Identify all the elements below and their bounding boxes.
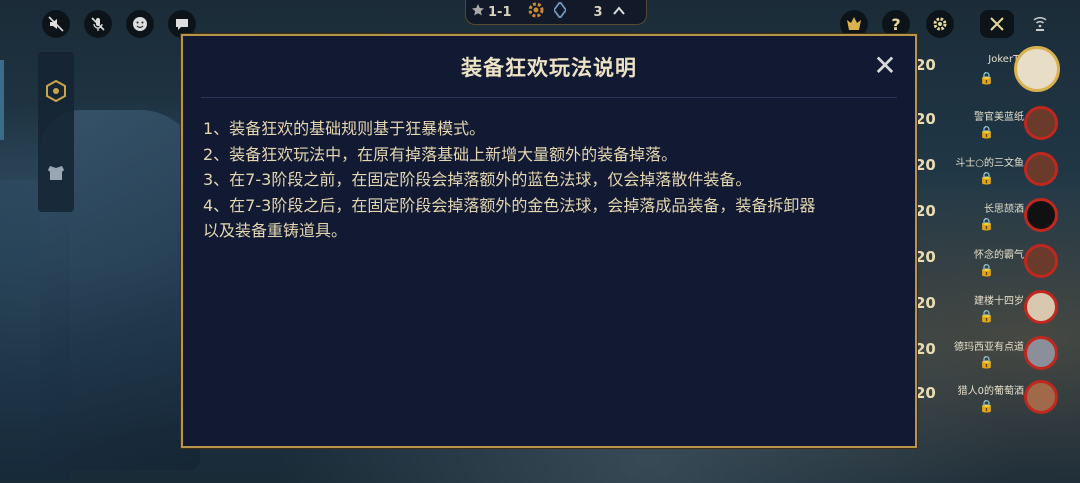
lock-icon: 🔒 (979, 71, 994, 85)
avatar[interactable] (1014, 46, 1060, 92)
player-row[interactable]: 20 德玛西亚有点道 🔒 (915, 336, 1080, 380)
player-level: 20 (915, 340, 936, 358)
rule-line: 以及装备重铸道具。 (203, 221, 348, 240)
rule-line: 2、装备狂欢玩法中，在原有掉落基础上新增大量额外的装备掉落。 (203, 144, 678, 164)
player-name: 长思颉酒 (984, 204, 1024, 215)
player-name: 怀念的霸气 (974, 250, 1024, 261)
lock-icon: 🔒 (979, 355, 994, 369)
player-name: 斗士○的三文鱼 (955, 158, 1024, 169)
avatar[interactable] (1024, 198, 1058, 232)
player-name: 建楼十四岁 (974, 296, 1024, 307)
armor-icon[interactable] (45, 162, 67, 184)
avatar[interactable] (1024, 290, 1058, 324)
lock-icon: 🔒 (979, 309, 994, 323)
player-level: 20 (915, 294, 936, 312)
divider (201, 97, 897, 98)
avatar[interactable] (1024, 336, 1058, 370)
top-hud: 1-1 3 (465, 0, 647, 25)
lock-icon: 🔒 (979, 263, 994, 277)
close-icon[interactable]: ✕ (873, 52, 897, 80)
player-name: 警官美蓝纸 (974, 112, 1024, 123)
hex-augment-icon[interactable] (45, 80, 67, 102)
player-level: 20 (915, 56, 936, 74)
crystal-icon (552, 0, 567, 22)
lock-icon: 🔒 (979, 399, 994, 413)
player-level: 20 (915, 202, 936, 220)
stage-label: 1-1 (488, 4, 512, 20)
emote-icon[interactable] (126, 10, 154, 38)
mic-muted-icon[interactable] (84, 10, 112, 38)
rule-line: 4、在7-3阶段之后，在固定阶段会掉落额外的金色法球，会掉落成品装备，装备拆卸器 (203, 195, 816, 215)
avatar[interactable] (1024, 244, 1058, 278)
star-icon (472, 4, 484, 20)
rules-dialog: 装备狂欢玩法说明 ✕ 1、装备狂欢的基础规则基于狂暴模式。 2、装备狂欢玩法中，… (181, 34, 917, 448)
gear-coin-icon (528, 2, 544, 22)
lock-icon: 🔒 (979, 171, 994, 185)
player-level: 20 (915, 248, 936, 266)
player-row[interactable]: 20 JokerTu 🔒 (915, 46, 1080, 96)
lock-icon: 🔒 (979, 217, 994, 231)
player-level: 20 (915, 110, 936, 128)
swords-icon[interactable] (980, 10, 1014, 38)
rule-line: 3、在7-3阶段之前，在固定阶段会掉落额外的蓝色法球，仅会掉落散件装备。 (203, 170, 752, 189)
dialog-body: 1、装备狂欢的基础规则基于狂暴模式。 2、装备狂欢玩法中，在原有掉落基础上新增大… (203, 116, 897, 244)
avatar[interactable] (1024, 152, 1058, 186)
avatar[interactable] (1024, 380, 1058, 414)
settings-icon[interactable] (926, 10, 954, 38)
lock-icon: 🔒 (979, 125, 994, 139)
player-row[interactable]: 20 长思颉酒 🔒 (915, 198, 1080, 242)
chevron-up-icon[interactable] (612, 5, 625, 20)
left-edge-tab[interactable] (0, 60, 4, 140)
player-row[interactable]: 20 建楼十四岁 🔒 (915, 290, 1080, 334)
player-row[interactable]: 20 斗士○的三文鱼 🔒 (915, 152, 1080, 196)
avatar[interactable] (1024, 106, 1058, 140)
player-level: 20 (915, 156, 936, 174)
player-row[interactable]: 20 警官美蓝纸 🔒 (915, 106, 1080, 150)
player-name: 德玛西亚有点道 (954, 342, 1024, 353)
wifi-icon (1032, 12, 1048, 32)
sound-muted-icon[interactable] (42, 10, 70, 38)
player-level: 20 (915, 384, 936, 402)
player-row[interactable]: 20 猎人0的葡萄酒 🔒 (915, 380, 1080, 424)
level-label: 3 (593, 4, 603, 20)
rule-line: 1、装备狂欢的基础规则基于狂暴模式。 (203, 119, 486, 138)
player-row[interactable]: 20 怀念的霸气 🔒 (915, 244, 1080, 288)
side-panel (38, 52, 74, 212)
dialog-title: 装备狂欢玩法说明 (461, 56, 637, 80)
player-name: 猎人0的葡萄酒 (957, 386, 1024, 397)
